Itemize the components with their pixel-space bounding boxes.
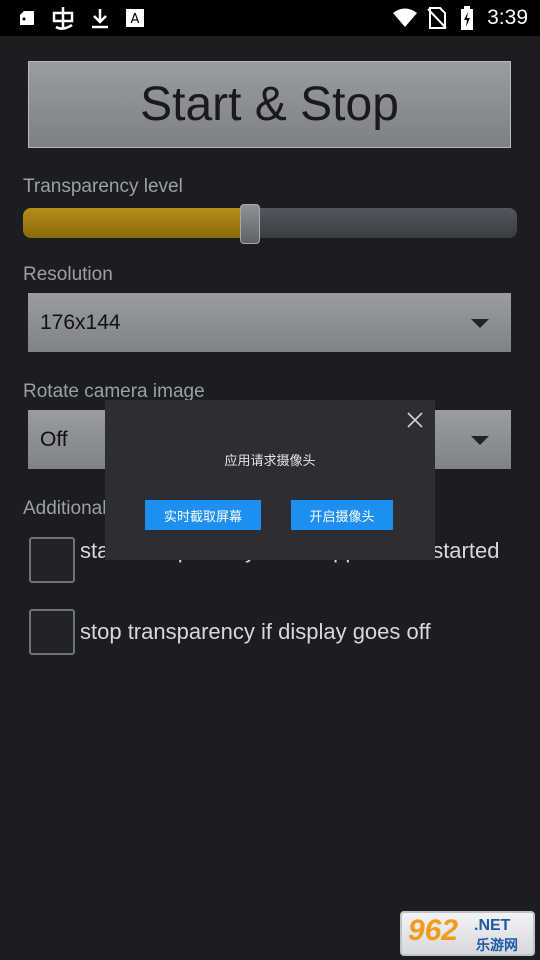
close-icon[interactable] (405, 410, 425, 430)
download-icon (88, 0, 112, 36)
transparency-slider-fill (23, 208, 250, 238)
dialog-message: 应用请求摄像头 (224, 454, 316, 469)
screen-capture-button[interactable]: 实时截取屏幕 (145, 500, 261, 530)
resolution-value: 176x144 (40, 311, 121, 334)
battery-charging-icon (456, 0, 478, 36)
stop-transparency-checkbox[interactable] (29, 609, 75, 655)
bug-icon (48, 0, 78, 36)
additional-label: Additional (23, 498, 107, 519)
resolution-label: Resolution (23, 264, 113, 285)
watermark-number: 962 (408, 914, 459, 947)
clock-time: 3:39 (487, 6, 528, 29)
transparency-slider-thumb[interactable] (240, 204, 260, 244)
font-icon: A (124, 0, 146, 36)
site-watermark-logo: 962 .NET 乐游网 (400, 911, 535, 956)
rotate-value: Off (40, 428, 68, 451)
watermark-net: .NET (474, 917, 511, 934)
dropdown-arrow-icon (471, 436, 489, 445)
dropdown-arrow-icon (471, 319, 489, 328)
transparency-slider-track[interactable] (23, 208, 517, 238)
stop-transparency-label: stop transparency if display goes off (80, 619, 431, 644)
start-transparency-checkbox[interactable] (29, 537, 75, 583)
start-stop-button[interactable]: Start & Stop (28, 61, 511, 148)
resolution-dropdown[interactable]: 176x144 (28, 293, 511, 352)
open-camera-button[interactable]: 开启摄像头 (291, 500, 393, 530)
wifi-icon (392, 0, 418, 36)
svg-text:A: A (131, 12, 140, 27)
transparency-label: Transparency level (23, 176, 183, 197)
camera-request-dialog: 应用请求摄像头 实时截取屏幕 开启摄像头 (105, 400, 435, 560)
android-debug-icon (14, 0, 40, 36)
watermark-chinese: 乐游网 (476, 938, 518, 954)
no-sim-icon (426, 0, 448, 36)
status-bar: A 3:39 (0, 0, 540, 36)
